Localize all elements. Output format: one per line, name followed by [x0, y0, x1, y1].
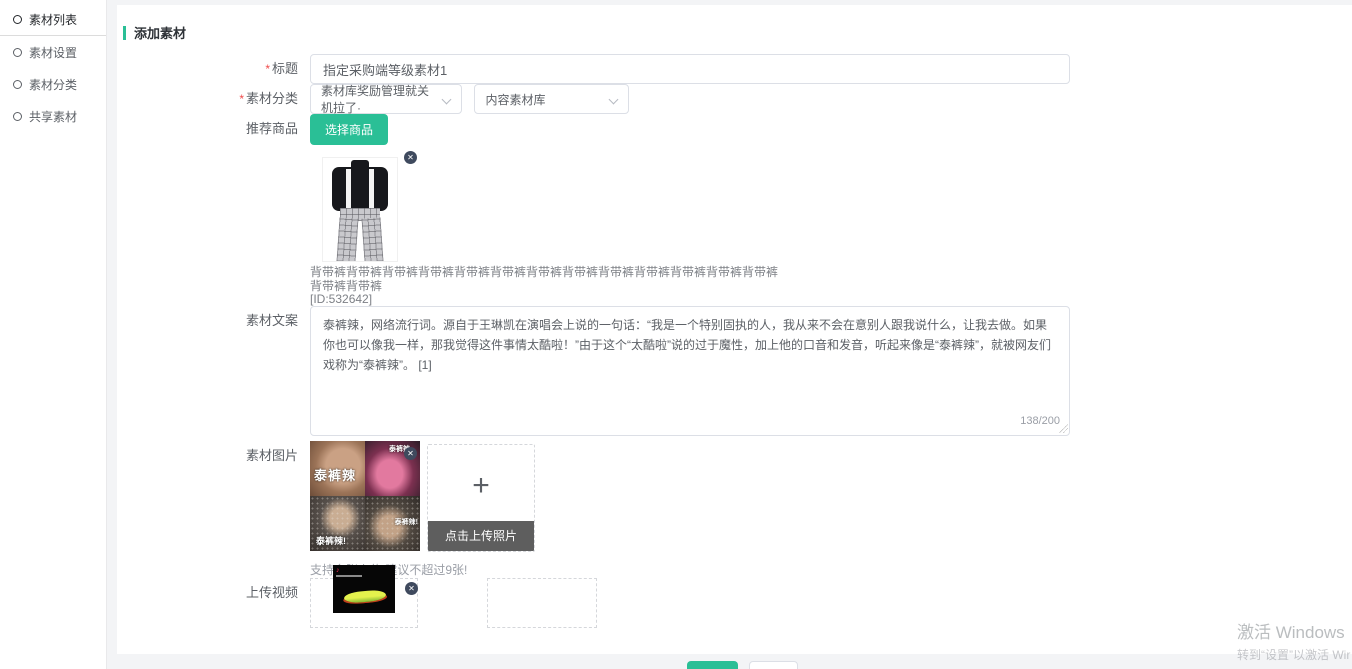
title-row: *标题: [117, 54, 1352, 84]
outfit-torso: [332, 167, 388, 211]
category-label: *素材分类: [117, 84, 310, 114]
sidebar: 素材列表 素材设置 素材分类 共享素材: [0, 0, 107, 669]
sidebar-item-label: 素材分类: [29, 76, 77, 93]
outfit-strap: [369, 169, 374, 213]
remove-image-icon[interactable]: ✕: [404, 447, 417, 460]
copy-row: 素材文案 泰裤辣，网络流行词。源自于王琳凯在演唱会上说的一句话：“我是一个特别固…: [117, 306, 1352, 441]
upload-hint: 支持多张上传,建议不超过9张!: [310, 561, 1352, 578]
radio-circle-icon: [13, 48, 22, 57]
outfit-strap: [346, 169, 351, 213]
resize-handle-icon[interactable]: [1059, 424, 1068, 433]
title-input[interactable]: [310, 54, 1070, 84]
upload-photo-box[interactable]: + 点击上传照片: [427, 444, 535, 552]
page-title: 添加素材: [134, 23, 186, 42]
page-header: 添加素材: [123, 23, 1352, 42]
upload-photo-label: 点击上传照片: [428, 521, 534, 551]
outfit-leg: [336, 217, 358, 262]
product-caption: 背带裤背带裤背带裤背带裤背带裤背带裤背带裤背带裤背带裤背带裤背带裤背带裤背带裤背…: [310, 265, 780, 293]
add-material-form: *标题 *素材分类 素材库奖励管理就关机拉了· 内容素材库: [117, 54, 1352, 628]
title-label: *标题: [117, 54, 310, 84]
sidebar-item-label: 素材列表: [29, 11, 77, 28]
meme-quadrant: 泰裤辣: [310, 441, 365, 496]
stage-light-shape: [344, 589, 387, 604]
remove-video-icon[interactable]: ✕: [405, 582, 418, 595]
plus-icon: +: [428, 471, 534, 501]
header-accent-bar: [123, 26, 126, 40]
form-actions: [0, 661, 1352, 669]
meme-overlay-text: 泰裤辣!: [395, 517, 418, 527]
category-primary-select[interactable]: 素材库奖励管理就关机拉了·: [310, 84, 462, 114]
meme-overlay-text: 泰裤辣: [314, 465, 356, 484]
video-thumbnail: ♪: [333, 565, 395, 613]
confirm-button[interactable]: [687, 661, 738, 669]
product-label: 推荐商品: [117, 114, 310, 144]
sidebar-item-material-list[interactable]: 素材列表: [0, 4, 106, 36]
product-image: [322, 157, 398, 262]
copy-label: 素材文案: [117, 306, 310, 336]
category-secondary-select[interactable]: 内容素材库: [474, 84, 629, 114]
char-counter: 138/200: [1020, 415, 1060, 427]
category-primary-value: 素材库奖励管理就关机拉了·: [321, 82, 437, 116]
cancel-button[interactable]: [749, 661, 798, 669]
required-asterisk: *: [265, 62, 270, 76]
product-row: 推荐商品 选择商品: [117, 114, 1352, 306]
uploaded-image-thumbnail: 泰裤辣 泰裤辣 泰裤辣! 泰裤辣!: [310, 441, 420, 551]
chevron-down-icon: [610, 95, 618, 103]
sidebar-item-label: 素材设置: [29, 44, 77, 61]
copy-textarea[interactable]: 泰裤辣，网络流行词。源自于王琳凯在演唱会上说的一句话：“我是一个特别固执的人，我…: [310, 306, 1070, 436]
chevron-down-icon: [443, 95, 451, 103]
video-label: 上传视频: [117, 578, 310, 608]
page: 素材列表 素材设置 素材分类 共享素材 添加素材 *标题: [0, 0, 1352, 669]
sidebar-item-label: 共享素材: [29, 108, 77, 125]
radio-circle-icon: [13, 15, 22, 24]
outfit-leg: [361, 217, 383, 262]
video-row: 上传视频 ♪ ✕: [117, 578, 1352, 628]
douyin-logo-icon: ♪: [336, 567, 340, 574]
remove-product-icon[interactable]: ✕: [404, 151, 417, 164]
select-product-button[interactable]: 选择商品: [310, 114, 388, 145]
suspender-pants-illustration: [323, 158, 397, 261]
images-label: 素材图片: [117, 441, 310, 471]
selected-product: ✕: [310, 157, 610, 262]
sidebar-item-shared-material[interactable]: 共享素材: [0, 100, 106, 132]
meme-quadrant: 泰裤辣!: [310, 496, 365, 551]
meme-overlay-text: 泰裤辣!: [316, 534, 346, 547]
meme-quadrant: 泰裤辣!: [365, 496, 420, 551]
main-panel: 添加素材 *标题 *素材分类 素材库奖励管理就关机拉了·: [117, 5, 1352, 654]
category-secondary-value: 内容素材库: [485, 91, 545, 108]
video-meta-text: [336, 575, 362, 577]
product-id: [ID:532642]: [310, 293, 1352, 306]
images-row: 素材图片 泰裤辣 泰裤辣 泰裤辣!: [117, 441, 1352, 578]
category-row: *素材分类 素材库奖励管理就关机拉了· 内容素材库: [117, 84, 1352, 114]
radio-circle-icon: [13, 80, 22, 89]
upload-video-box-2[interactable]: [487, 578, 597, 628]
sidebar-item-material-settings[interactable]: 素材设置: [0, 36, 106, 68]
required-asterisk: *: [239, 92, 244, 106]
sidebar-item-material-category[interactable]: 素材分类: [0, 68, 106, 100]
radio-circle-icon: [13, 112, 22, 121]
